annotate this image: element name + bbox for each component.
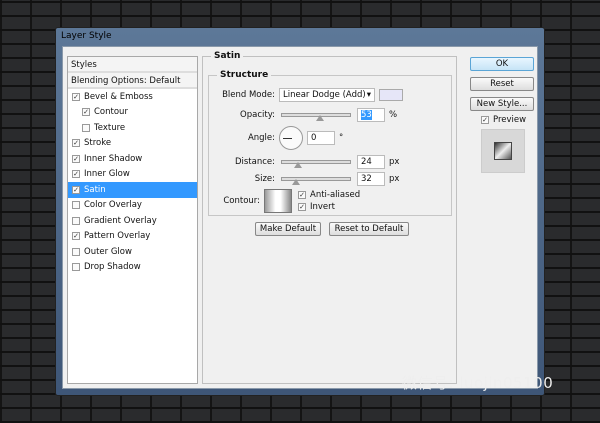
checkbox-icon[interactable]: ✓ (481, 116, 489, 124)
checkbox-icon[interactable]: ✓ (72, 185, 80, 194)
style-item-outer-glow[interactable]: Outer Glow (68, 244, 197, 260)
checkbox-icon[interactable] (72, 263, 80, 272)
style-item-label: Drop Shadow (84, 262, 141, 273)
slider-thumb[interactable] (316, 115, 324, 121)
style-item-stroke[interactable]: ✓ Stroke (68, 136, 197, 152)
styles-header[interactable]: Styles (68, 57, 197, 73)
opacity-input[interactable]: 53 (357, 108, 385, 122)
angle-unit: ° (339, 133, 344, 143)
distance-slider[interactable] (281, 160, 351, 168)
dropdown-arrow-icon: ▾ (366, 90, 371, 100)
style-item-contour[interactable]: ✓ Contour (68, 105, 197, 121)
style-item-label: Color Overlay (84, 200, 142, 211)
style-item-label: Outer Glow (84, 246, 132, 257)
ok-button[interactable]: OK (470, 57, 534, 71)
angle-dial[interactable] (279, 126, 303, 150)
style-item-label: Bevel & Emboss (84, 91, 153, 102)
checkbox-icon[interactable]: ✓ (72, 92, 80, 101)
checkbox-icon[interactable]: ✓ (298, 203, 306, 211)
reset-to-default-button[interactable]: Reset to Default (329, 222, 409, 236)
anti-aliased-checkbox[interactable]: ✓ Anti-aliased (298, 190, 360, 200)
style-item-color-overlay[interactable]: Color Overlay (68, 198, 197, 214)
style-item-label: Inner Shadow (84, 153, 143, 164)
angle-label: Angle: (247, 133, 275, 143)
satin-color-swatch[interactable] (379, 89, 403, 101)
checkbox-icon[interactable]: ✓ (72, 170, 80, 179)
dialog-body: Styles Blending Options: Default ✓ Bevel … (62, 46, 538, 389)
blend-mode-select[interactable]: Linear Dodge (Add) ▾ (279, 88, 375, 102)
blending-options[interactable]: Blending Options: Default (68, 73, 197, 89)
structure-group: Structure Blend Mode: Linear Dodge (Add)… (208, 70, 452, 216)
satin-panel: Satin Structure Blend Mode: Linear Dodge… (202, 51, 457, 384)
style-item-label: Inner Glow (84, 169, 130, 180)
style-item-label: Contour (94, 107, 128, 118)
slider-thumb[interactable] (294, 162, 302, 168)
distance-label: Distance: (234, 157, 275, 167)
blend-mode-value: Linear Dodge (Add) (283, 90, 366, 100)
style-item-inner-glow[interactable]: ✓ Inner Glow (68, 167, 197, 183)
checkbox-icon[interactable]: ✓ (82, 108, 90, 117)
satin-title: Satin (211, 51, 244, 61)
checkbox-icon[interactable] (72, 216, 80, 225)
checkbox-icon[interactable]: ✓ (72, 139, 80, 148)
blend-mode-label: Blend Mode: (222, 90, 275, 100)
watermark: 微信号: luojin05100 (402, 374, 554, 392)
size-slider[interactable] (281, 177, 351, 185)
slider-thumb[interactable] (292, 179, 300, 185)
style-item-label: Texture (94, 122, 126, 133)
style-item-label: Pattern Overlay (84, 231, 151, 242)
layer-style-dialog: Layer Style Styles Blending Options: Def… (55, 27, 545, 396)
checkbox-icon[interactable]: ✓ (298, 191, 306, 199)
size-label: Size: (254, 174, 275, 184)
style-item-gradient-overlay[interactable]: Gradient Overlay (68, 213, 197, 229)
checkbox-icon[interactable] (82, 123, 90, 132)
style-item-label: Stroke (84, 138, 112, 149)
style-item-pattern-overlay[interactable]: ✓ Pattern Overlay (68, 229, 197, 245)
invert-checkbox[interactable]: ✓ Invert (298, 202, 360, 212)
style-item-label: Gradient Overlay (84, 215, 157, 226)
opacity-slider[interactable] (281, 113, 351, 121)
preview-checkbox[interactable]: ✓ Preview (481, 115, 526, 125)
contour-label: Contour: (223, 196, 260, 206)
styles-list: Styles Blending Options: Default ✓ Bevel … (67, 56, 198, 384)
make-default-button[interactable]: Make Default (255, 222, 321, 236)
new-style-button[interactable]: New Style... (470, 97, 534, 111)
opacity-label: Opacity: (240, 110, 275, 120)
contour-picker[interactable] (264, 189, 292, 213)
style-item-texture[interactable]: Texture (68, 120, 197, 136)
preview-label: Preview (493, 115, 527, 125)
preview-thumbnail (481, 129, 525, 173)
distance-input[interactable]: 24 (357, 155, 385, 169)
style-item-label: Satin (84, 184, 106, 195)
style-item-drop-shadow[interactable]: Drop Shadow (68, 260, 197, 276)
opacity-unit: % (389, 110, 398, 120)
dialog-title: Layer Style (61, 31, 112, 41)
distance-unit: px (389, 157, 400, 167)
style-item-bevel-emboss[interactable]: ✓ Bevel & Emboss (68, 89, 197, 105)
checkbox-icon[interactable]: ✓ (72, 232, 80, 241)
style-item-satin[interactable]: ✓ Satin (68, 182, 197, 198)
size-unit: px (389, 174, 400, 184)
reset-button[interactable]: Reset (470, 77, 534, 91)
structure-title: Structure (217, 70, 272, 80)
size-input[interactable]: 32 (357, 172, 385, 186)
checkbox-icon[interactable]: ✓ (72, 154, 80, 163)
checkbox-icon[interactable] (72, 247, 80, 256)
style-item-inner-shadow[interactable]: ✓ Inner Shadow (68, 151, 197, 167)
checkbox-icon[interactable] (72, 201, 80, 210)
angle-input[interactable]: 0 (307, 131, 335, 145)
